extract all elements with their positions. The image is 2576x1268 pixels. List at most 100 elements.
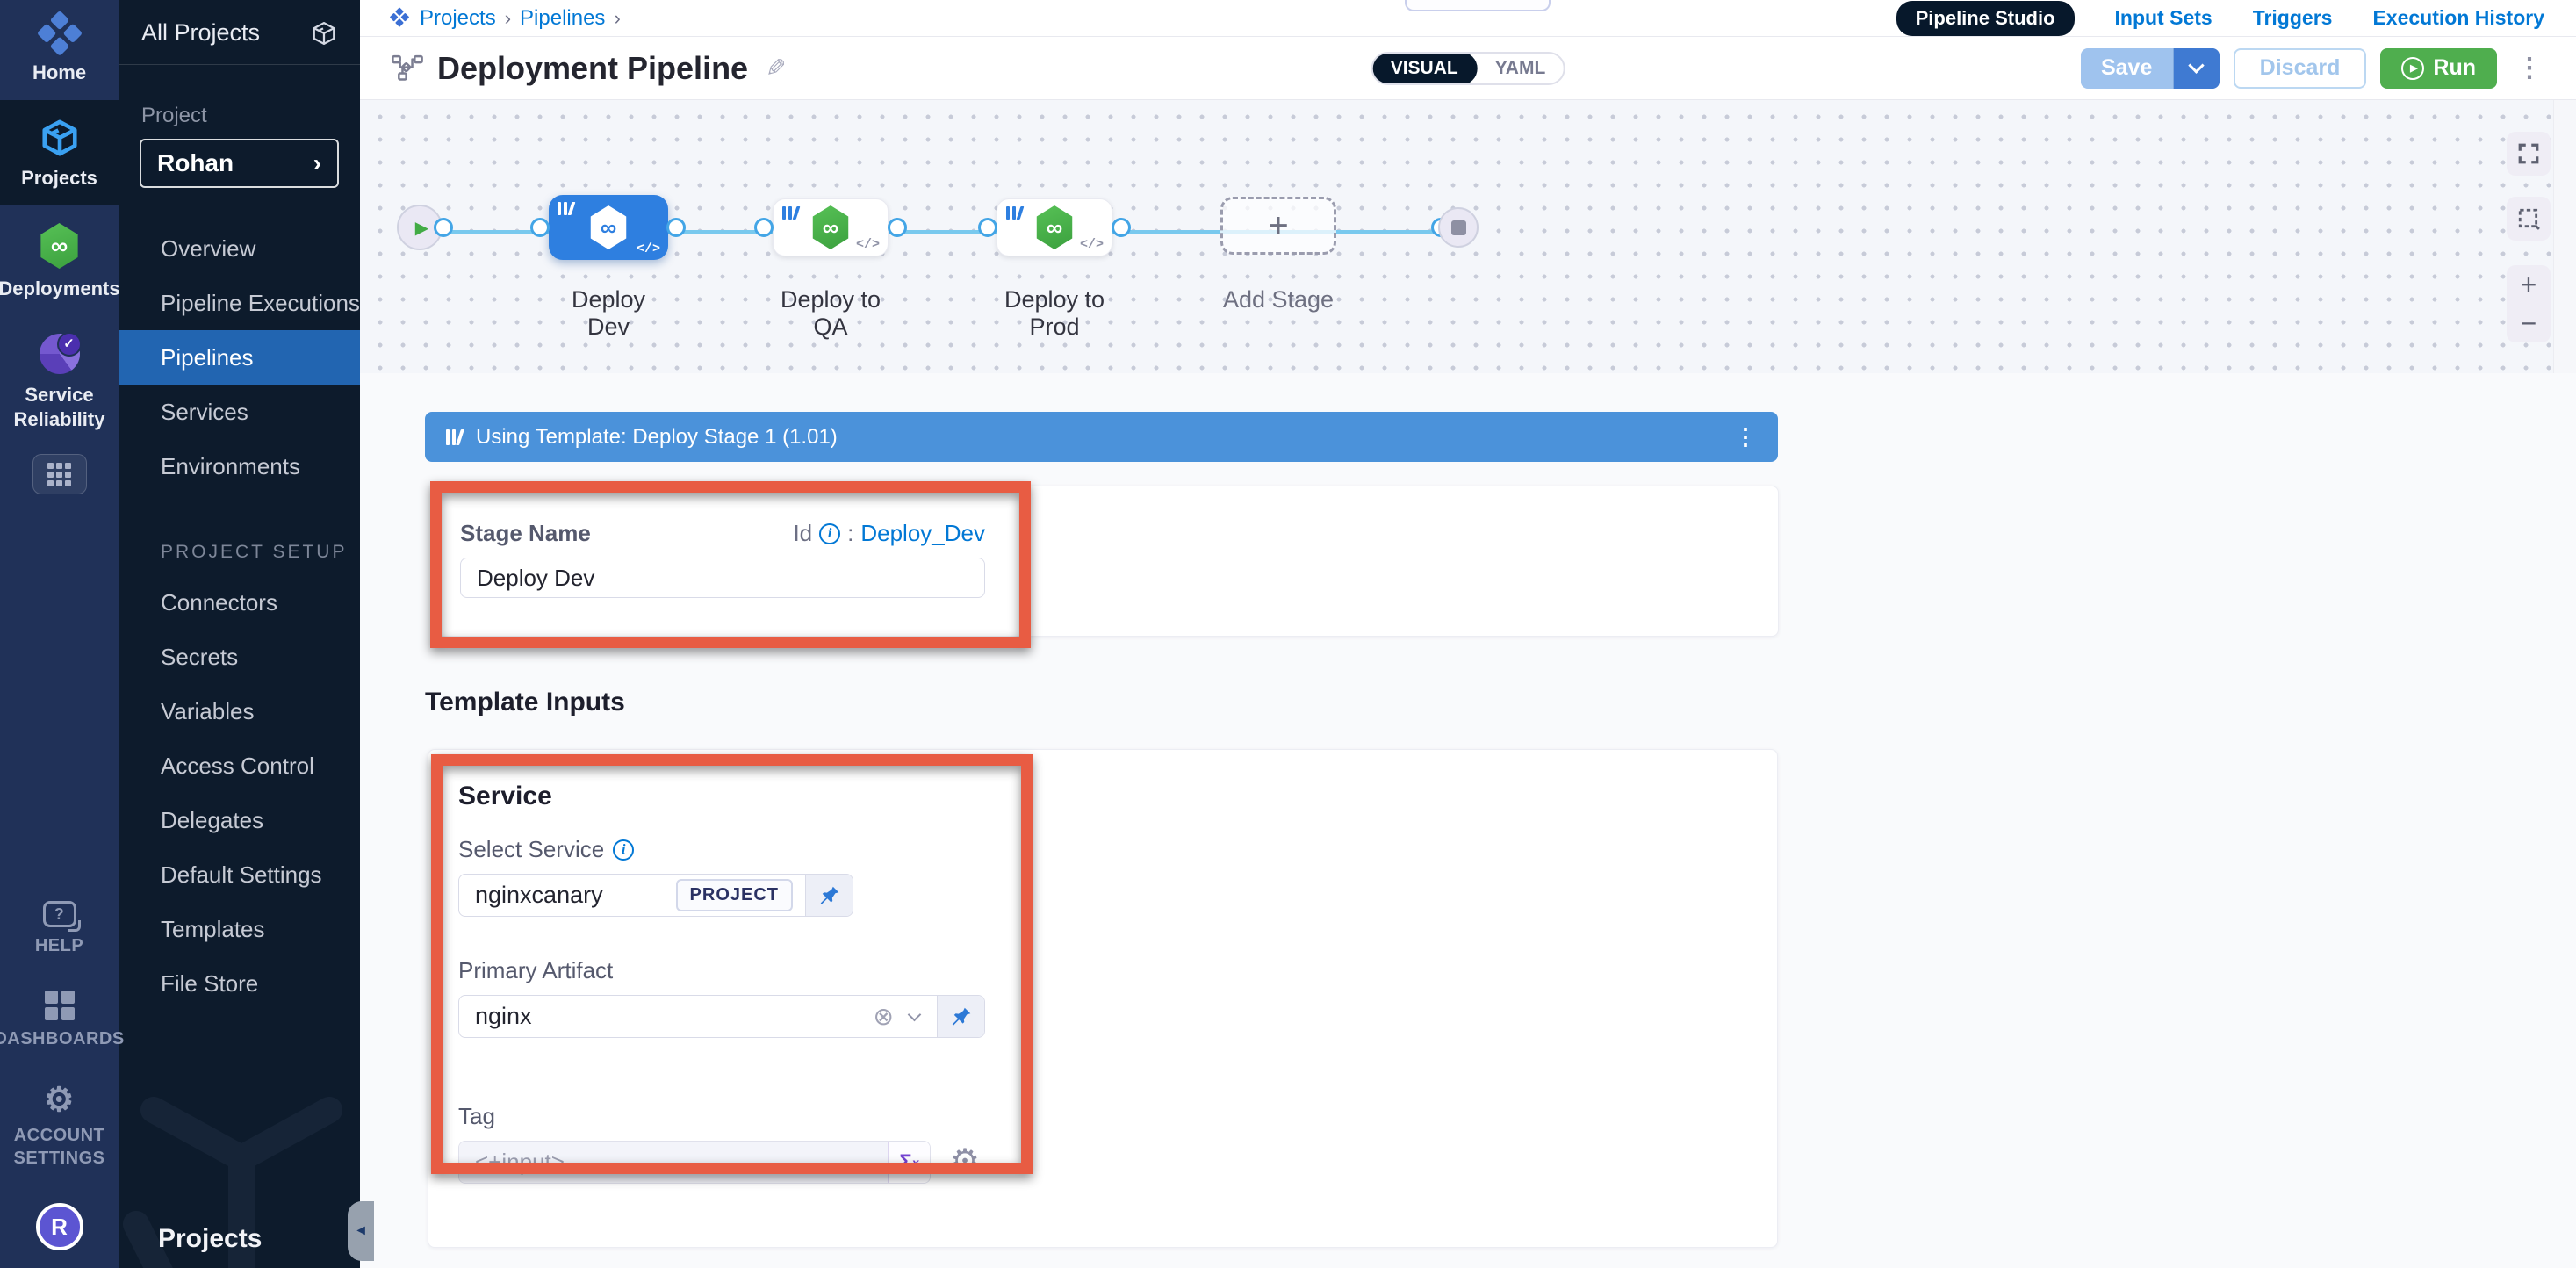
stage-label[interactable]: Deploy to Prod [997,286,1112,341]
sidebar-item-file-store[interactable]: File Store [119,956,360,1011]
pipeline-canvas[interactable]: ▶ ∞ </> ∞ </> ∞ </> + Deploy Dev Deploy … [360,100,2576,373]
run-button[interactable]: ▶ Run [2380,48,2497,89]
node-port [888,218,907,237]
add-stage-label[interactable]: Add Stage [1220,286,1336,313]
selection-mode-button[interactable] [2507,197,2551,241]
sidebar-collapse-handle[interactable]: ◄ [348,1201,374,1261]
code-icon: </> [1080,237,1104,252]
tag-settings-gear-icon[interactable]: ⚙ [950,1145,980,1178]
service-value: nginxcanary [475,882,603,909]
main-content: Projects › Pipelines › Pipeline Studio I… [360,0,2576,1268]
rail-item-service-reliability[interactable]: Service Reliability [0,316,119,447]
tab-triggers[interactable]: Triggers [2253,6,2333,30]
zoom-in-button[interactable]: + [2521,270,2537,299]
sidebar-item-access-control[interactable]: Access Control [119,738,360,793]
sidebar-item-default-settings[interactable]: Default Settings [119,847,360,902]
service-pin-button[interactable] [805,875,853,916]
sidebar-item-environments[interactable]: Environments [119,439,360,494]
rail-item-label: Service Reliability [7,383,112,431]
artifact-pin-button[interactable] [937,996,984,1037]
pin-icon [950,1005,973,1028]
node-port [754,218,774,237]
project-name: Rohan [157,149,234,177]
discard-button[interactable]: Discard [2234,48,2367,89]
template-kebab-menu-icon[interactable]: ⋮ [1734,423,1757,450]
template-banner-text: Using Template: Deploy Stage 1 (1.01) [476,425,838,450]
rail-item-home[interactable]: Home [0,0,119,100]
stage-id-row: Id i : Deploy_Dev [793,520,985,547]
add-stage-node[interactable]: + [1220,197,1336,255]
tab-input-sets[interactable]: Input Sets [2115,6,2213,30]
stage-node-deploy-to-qa[interactable]: ∞ </> [773,198,889,256]
module-picker-button[interactable] [32,454,87,494]
stage-id-value[interactable]: Deploy_Dev [860,520,985,547]
sidebar-item-overview[interactable]: Overview [119,221,360,276]
projects-cube-icon[interactable] [311,20,337,47]
expression-toggle-button[interactable]: Σx [888,1142,930,1183]
sidebar-item-secrets[interactable]: Secrets [119,630,360,684]
zoom-out-button[interactable]: − [2521,309,2537,337]
toggle-visual[interactable]: VISUAL [1371,52,1478,85]
help-button[interactable]: ? HELP [35,901,83,957]
info-icon[interactable]: i [819,523,840,544]
rail-item-projects[interactable]: Projects [0,100,119,205]
save-button[interactable]: Save [2081,48,2174,89]
header-kebab-menu-icon[interactable]: ⋮ [2511,53,2548,83]
project-sidebar: All Projects Project Rohan › Overview Pi… [119,0,360,1268]
chevron-down-icon[interactable] [908,1008,922,1022]
home-icon [34,11,84,61]
stage-label[interactable]: Deploy to QA [773,286,889,341]
grid-icon [47,463,71,486]
sidebar-item-pipeline-executions[interactable]: Pipeline Executions [119,276,360,330]
node-port [978,218,997,237]
account-settings-label: ACCOUNT SETTINGS [13,1124,104,1170]
service-reliability-icon [40,334,80,374]
service-heading: Service [458,782,1777,811]
node-port [434,218,453,237]
scrollbar-gutter[interactable] [2553,100,2576,373]
select-service-label: Select Service [458,836,604,863]
id-label: Id [793,520,812,547]
edit-pencil-icon[interactable]: ✎ [766,54,786,83]
select-service-label-row: Select Service i [458,836,1777,863]
sidebar-item-connectors[interactable]: Connectors [119,575,360,630]
all-projects-link[interactable]: All Projects [141,19,260,47]
avatar[interactable]: R [36,1203,83,1250]
tab-pipeline-studio[interactable]: Pipeline Studio [1896,1,2075,36]
page-title: Deployment Pipeline [437,50,748,87]
service-select-input[interactable]: nginxcanary PROJECT [459,875,805,916]
info-icon[interactable]: i [613,839,634,861]
clear-icon[interactable]: ⊗ [874,1005,894,1029]
dashboards-button[interactable]: DASHBOARDS [0,991,125,1050]
help-label: HELP [35,934,83,957]
stage-node-deploy-dev[interactable]: ∞ </> [549,195,668,260]
tag-input[interactable] [475,1149,875,1176]
sidebar-item-delegates[interactable]: Delegates [119,793,360,847]
tab-execution-history[interactable]: Execution History [2372,6,2544,30]
stage-node-deploy-to-prod[interactable]: ∞ </> [997,198,1112,256]
sidebar-item-pipelines[interactable]: Pipelines [119,330,360,385]
breadcrumb-pipelines[interactable]: Pipelines [520,6,605,31]
sidebar-item-templates[interactable]: Templates [119,902,360,956]
account-settings-button[interactable]: ⚙ ACCOUNT SETTINGS [13,1084,104,1170]
rail-item-deployments[interactable]: ∞ Deployments [0,205,119,316]
sidebar-item-services[interactable]: Services [119,385,360,439]
rail-item-label: Deployments [0,277,120,300]
fullscreen-button[interactable] [2507,132,2551,176]
breadcrumb-projects[interactable]: Projects [420,6,496,31]
rail-item-label: Projects [21,167,97,190]
cd-stage-icon: ∞ [810,205,851,249]
toggle-yaml[interactable]: YAML [1478,58,1564,79]
module-rail: Home Projects ∞ Deployments Service Reli… [0,0,119,1268]
primary-artifact-input[interactable]: nginx ⊗ [459,996,937,1037]
pipeline-graph-icon [392,54,423,83]
stop-icon [1451,220,1466,235]
tag-input-group: Σx [458,1141,931,1184]
save-dropdown-button[interactable] [2174,48,2220,89]
chevron-down-icon [2188,57,2204,73]
zoom-controls: + − [2507,265,2551,342]
stage-name-input[interactable] [460,558,985,598]
stage-label[interactable]: Deploy Dev [549,286,668,341]
project-selector[interactable]: Rohan › [140,139,339,188]
sidebar-item-variables[interactable]: Variables [119,684,360,738]
